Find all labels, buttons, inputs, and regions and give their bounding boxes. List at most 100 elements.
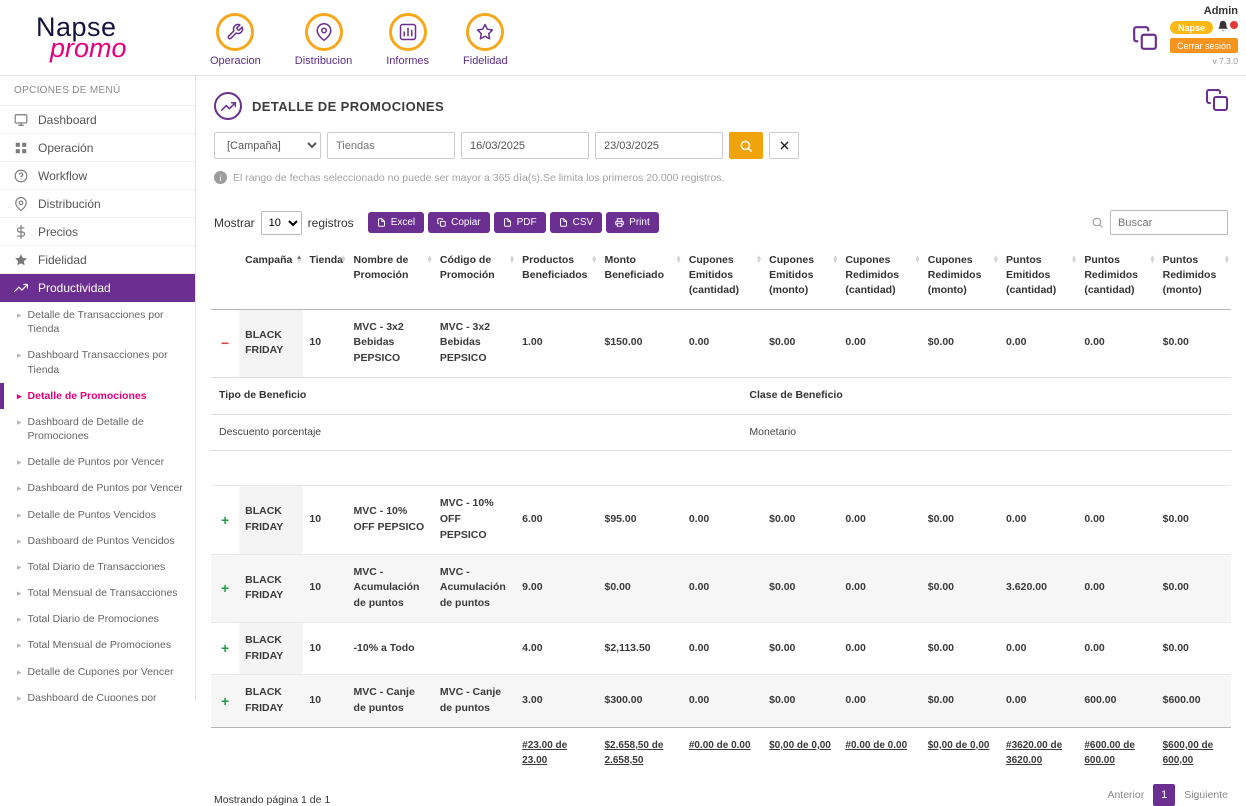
bell-icon[interactable] <box>1217 20 1229 35</box>
sidebar-subitem-detalle-puntos-vencidos[interactable]: Detalle de Puntos Vencidos <box>0 502 195 528</box>
cell-productos: 4.00 <box>516 622 598 675</box>
sidebar-item-fidelidad[interactable]: Fidelidad <box>0 246 195 274</box>
column-header-cupones-emitidos-cantidad[interactable]: Cupones Emitidos (cantidad) <box>683 249 763 309</box>
column-header-puntos-redimidos-monto[interactable]: Puntos Redimidos (monto) <box>1157 249 1231 309</box>
sidebar-subitem-detalle-promociones[interactable]: Detalle de Promociones <box>0 383 195 409</box>
date-to-input[interactable] <box>595 132 723 159</box>
sort-icon <box>993 256 999 264</box>
cell-cupones-redimidos-cantidad: 0.00 <box>839 675 921 728</box>
sidebar-subitem-detalle-puntos-vencer[interactable]: Detalle de Puntos por Vencer <box>0 449 195 475</box>
cell-cupones-redimidos-cantidad: 0.00 <box>839 309 921 377</box>
cell-puntos-redimidos-cantidad: 600.00 <box>1078 675 1156 728</box>
nav-item-informes[interactable]: Informes <box>386 13 429 67</box>
table-header-row: Campaña Tienda Nombre de Promoción Códig… <box>211 249 1231 309</box>
sidebar-subitem-dashboard-cupones-vencer[interactable]: Dashboard de Cupones por Vencer <box>0 685 195 701</box>
sidebar-item-label: Distribución <box>38 197 101 211</box>
next-page-button[interactable]: Siguiente <box>1184 789 1228 801</box>
sidebar-item-dashboard[interactable]: Dashboard <box>0 106 195 134</box>
column-header-puntos-emitidos-cantidad[interactable]: Puntos Emitidos (cantidad) <box>1000 249 1078 309</box>
search-icon <box>1091 216 1104 229</box>
cell-tienda: 10 <box>303 554 347 622</box>
column-header-nombre[interactable]: Nombre de Promoción <box>348 249 434 309</box>
sidebar-subitem-dashboard-puntos-vencidos[interactable]: Dashboard de Puntos Vencidos <box>0 528 195 554</box>
expand-row-toggle[interactable]: + <box>211 622 239 675</box>
column-header-productos[interactable]: Productos Beneficiados <box>516 249 598 309</box>
cell-monto: $2,113.50 <box>598 622 682 675</box>
sidebar-item-operacion[interactable]: Operación <box>0 134 195 162</box>
logout-button[interactable]: Cerrar sesión <box>1170 38 1238 53</box>
cell-cupones-redimidos-cantidad: 0.00 <box>839 486 921 554</box>
file-icon <box>503 218 512 227</box>
sidebar-subitem-detalle-cupones-vencer[interactable]: Detalle de Cupones por Vencer <box>0 659 195 685</box>
sidebar-subitem-detalle-transacciones[interactable]: Detalle de Transacciones por Tienda <box>0 302 195 342</box>
column-header-monto[interactable]: Monto Beneficiado <box>598 249 682 309</box>
star-icon <box>466 13 504 51</box>
sidebar-subitem-dashboard-detalle-promociones[interactable]: Dashboard de Detalle de Promociones <box>0 409 195 449</box>
search-button[interactable] <box>729 132 763 159</box>
sort-icon <box>1071 256 1077 264</box>
column-header-cupones-redimidos-cantidad[interactable]: Cupones Redimidos (cantidad) <box>839 249 921 309</box>
showing-label: Mostrando página 1 de 1 <box>214 794 330 806</box>
sidebar-item-precios[interactable]: Precios <box>0 218 195 246</box>
stores-input[interactable] <box>327 132 455 159</box>
csv-button[interactable]: CSV <box>550 212 603 233</box>
page-size-select[interactable]: 10 <box>261 211 302 235</box>
expand-row-toggle[interactable]: + <box>211 486 239 554</box>
clear-filters-button[interactable] <box>769 132 799 159</box>
cell-nombre: MVC - 3x2 Bebidas PEPSICO <box>348 309 434 377</box>
column-header-puntos-redimidos-cantidad[interactable]: Puntos Redimidos (cantidad) <box>1078 249 1156 309</box>
campaign-select[interactable]: [Campaña] <box>214 132 321 159</box>
cell-puntos-redimidos-monto: $600.00 <box>1157 675 1231 728</box>
column-header-codigo[interactable]: Código de Promoción <box>434 249 516 309</box>
plus-icon: + <box>221 512 229 528</box>
sidebar-subitem-total-mensual-transacciones[interactable]: Total Mensual de Transacciones <box>0 580 195 606</box>
sidebar-subitem-dashboard-transacciones[interactable]: Dashboard Transacciones por Tienda <box>0 342 195 382</box>
collapse-row-toggle[interactable]: − <box>211 309 239 377</box>
table-search-input[interactable] <box>1110 210 1228 235</box>
sort-icon <box>296 256 302 264</box>
main-content: DETALLE DE PROMOCIONES [Campaña] El rang… <box>196 76 1246 806</box>
expand-row-toggle[interactable]: + <box>211 554 239 622</box>
total-puntos-redimidos-cantidad: #600.00 de 600.00 <box>1078 727 1156 778</box>
totals-empty <box>211 727 239 778</box>
sidebar-subitem-total-mensual-promociones[interactable]: Total Mensual de Promociones <box>0 632 195 658</box>
sidebar-subitem-total-diario-promociones[interactable]: Total Diario de Promociones <box>0 606 195 632</box>
map-pin-icon <box>305 13 343 51</box>
pdf-button[interactable]: PDF <box>494 212 546 233</box>
top-nav: Operacion Distribucion Informes Fidelida… <box>210 13 508 67</box>
page-number-button[interactable]: 1 <box>1153 784 1175 806</box>
nav-item-operacion[interactable]: Operacion <box>210 13 261 67</box>
nav-item-fidelidad[interactable]: Fidelidad <box>463 13 508 67</box>
sidebar-item-distribucion[interactable]: Distribución <box>0 190 195 218</box>
excel-button[interactable]: Excel <box>368 212 424 233</box>
expand-row-toggle[interactable]: + <box>211 675 239 728</box>
total-cupones-emitidos-cantidad: #0.00 de 0.00 <box>683 727 763 778</box>
column-header-tienda[interactable]: Tienda <box>303 249 347 309</box>
benefit-detail: Tipo de Beneficio Clase de Beneficio Des… <box>211 378 1231 452</box>
chevron-right-icon <box>17 348 22 362</box>
sidebar-item-label: Productividad <box>38 281 111 295</box>
column-header-cupones-emitidos-monto[interactable]: Cupones Emitidos (monto) <box>763 249 839 309</box>
sidebar-item-workflow[interactable]: Workflow <box>0 162 195 190</box>
cell-puntos-emitidos-cantidad: 0.00 <box>1000 622 1078 675</box>
column-header-cupones-redimidos-monto[interactable]: Cupones Redimidos (monto) <box>922 249 1000 309</box>
layers-icon[interactable] <box>1205 88 1229 115</box>
sidebar-subitem-dashboard-puntos-vencer[interactable]: Dashboard de Puntos por Vencer <box>0 475 195 501</box>
records-label: registros <box>308 216 354 230</box>
sidebar-subitem-total-diario-transacciones[interactable]: Total Diario de Transacciones <box>0 554 195 580</box>
print-button[interactable]: Print <box>606 212 659 233</box>
date-from-input[interactable] <box>461 132 589 159</box>
cell-puntos-emitidos-cantidad: 3.620.00 <box>1000 554 1078 622</box>
header-right: Admin Napse Cerrar sesión v 7.3.0 <box>1132 5 1238 66</box>
bar-chart-icon <box>389 13 427 51</box>
previous-page-button[interactable]: Anterior <box>1107 789 1144 801</box>
column-header-campana[interactable]: Campaña <box>239 249 303 309</box>
user-block: Admin Napse Cerrar sesión v 7.3.0 <box>1170 5 1238 66</box>
layers-icon[interactable] <box>1132 25 1158 54</box>
cell-cupones-redimidos-cantidad: 0.00 <box>839 622 921 675</box>
sidebar-item-productividad[interactable]: Productividad <box>0 274 195 302</box>
cell-cupones-emitidos-cantidad: 0.00 <box>683 309 763 377</box>
copy-button[interactable]: Copiar <box>428 212 489 233</box>
nav-item-distribucion[interactable]: Distribucion <box>295 13 352 67</box>
chevron-right-icon <box>17 308 22 322</box>
